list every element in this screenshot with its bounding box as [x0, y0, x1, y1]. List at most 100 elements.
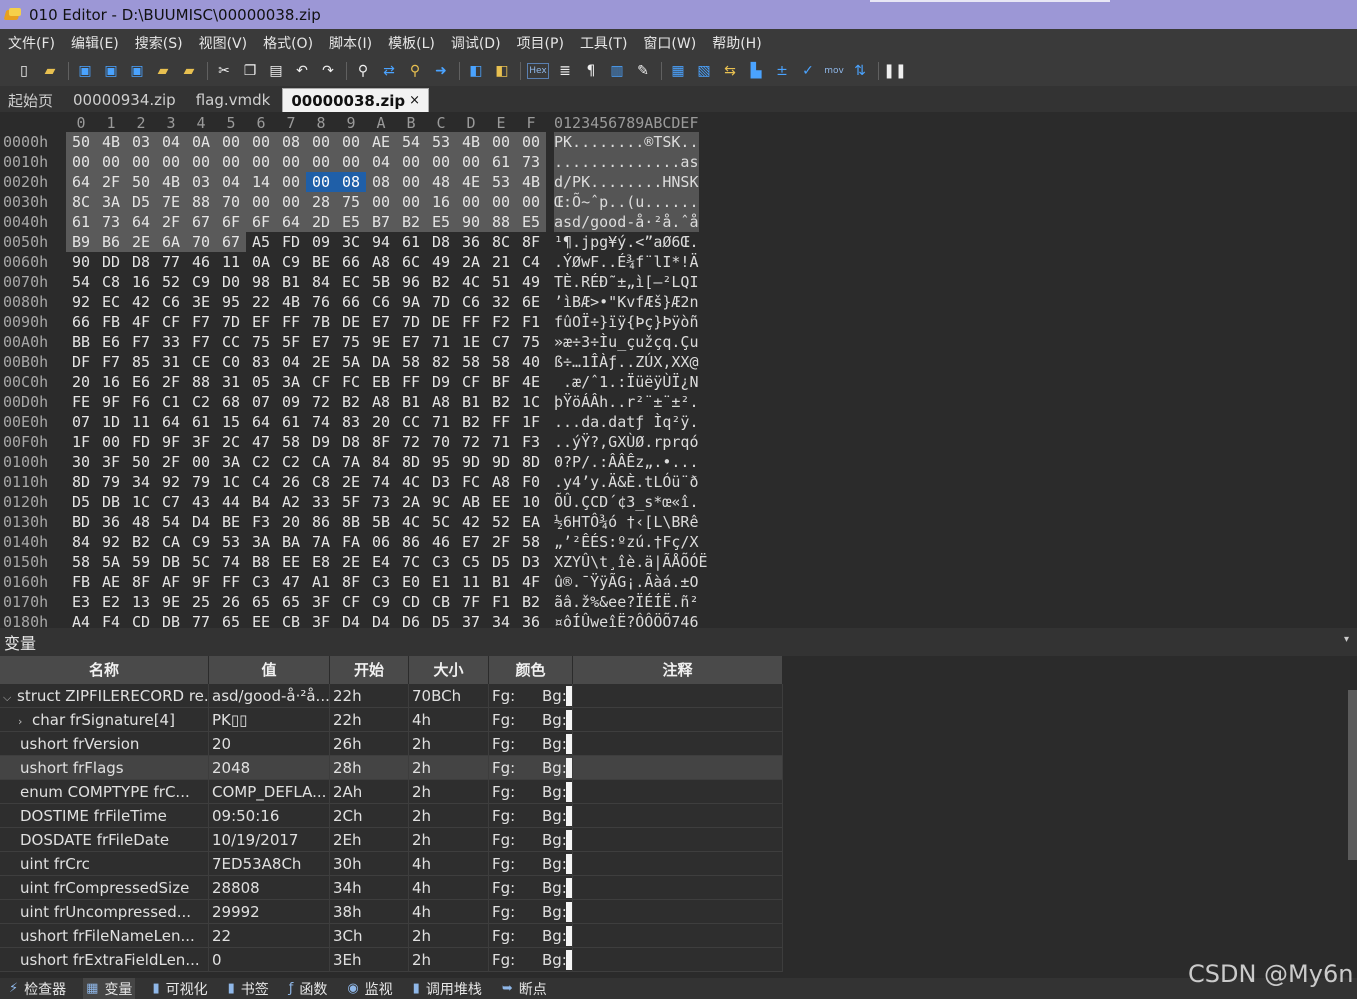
hex-byte[interactable]: CC — [216, 332, 246, 352]
hex-byte[interactable]: B4 — [246, 492, 276, 512]
hex-byte[interactable]: 77 — [156, 252, 186, 272]
hex-byte[interactable]: B1 — [396, 392, 426, 412]
table-row[interactable]: uint frCompressedSize 28808 34h 4h Fg: Bg: — [0, 876, 783, 900]
pen-icon[interactable]: ✎ — [633, 61, 653, 81]
hex-byte[interactable]: 00 — [126, 152, 156, 172]
hex-byte[interactable]: 52 — [156, 272, 186, 292]
hex-byte[interactable]: 54 — [66, 272, 96, 292]
hex-byte[interactable]: 84 — [366, 452, 396, 472]
hex-byte[interactable]: 9E — [366, 332, 396, 352]
hex-byte[interactable]: CF — [336, 592, 366, 612]
hex-byte[interactable]: 7F — [456, 592, 486, 612]
hex-byte[interactable]: 00 — [306, 132, 336, 152]
hex-byte[interactable]: 8C — [486, 232, 516, 252]
hex-byte[interactable]: C4 — [246, 472, 276, 492]
hex-byte[interactable]: 90 — [456, 212, 486, 232]
hex-byte[interactable]: 1C — [126, 492, 156, 512]
hex-byte[interactable]: B1 — [456, 392, 486, 412]
hex-byte[interactable]: 84 — [66, 532, 96, 552]
redo-icon[interactable]: ↷ — [318, 61, 338, 81]
hex-byte[interactable]: 50 — [66, 132, 96, 152]
hex-byte[interactable]: FE — [66, 392, 96, 412]
hex-byte[interactable]: CE — [186, 352, 216, 372]
hex-byte[interactable]: 9F — [186, 572, 216, 592]
hex-byte[interactable]: D6 — [396, 612, 426, 628]
hex-byte[interactable]: 8F — [336, 572, 366, 592]
hex-byte[interactable]: 61 — [66, 212, 96, 232]
hex-byte[interactable]: 46 — [426, 532, 456, 552]
hex-byte[interactable]: D9 — [306, 432, 336, 452]
hex-byte[interactable]: 2F — [156, 212, 186, 232]
hex-byte[interactable]: 20 — [276, 512, 306, 532]
hex-byte[interactable]: 00 — [306, 152, 336, 172]
hex-byte[interactable]: 00 — [246, 192, 276, 212]
ascii-text[interactable]: fûOÏ÷}ïÿ{Þç}Þÿòñ — [554, 312, 699, 332]
hex-byte[interactable]: 07 — [246, 392, 276, 412]
template-icon[interactable]: ▧ — [694, 61, 714, 81]
hex-byte[interactable]: 09 — [306, 232, 336, 252]
bottom-tab[interactable]: ƒ 函数 — [286, 978, 331, 999]
bottom-tab[interactable]: ⚡ 检查器 — [6, 978, 69, 999]
ascii-text[interactable]: þŸöÁÂh..r²¨±¨±². — [554, 392, 699, 412]
check-icon[interactable]: ✓ — [798, 61, 818, 81]
hex-byte[interactable]: 6A — [156, 232, 186, 252]
hex-byte[interactable]: C8 — [306, 472, 336, 492]
hex-byte[interactable]: 61 — [186, 412, 216, 432]
columns-icon[interactable]: ▥ — [607, 61, 627, 81]
ascii-text[interactable]: ÕÛ.ÇCD´¢3_s*œ«î. — [554, 492, 699, 512]
hex-byte[interactable]: C9 — [276, 252, 306, 272]
hex-byte[interactable]: E1 — [426, 572, 456, 592]
hex-byte[interactable]: 9E — [156, 592, 186, 612]
hex-byte[interactable]: 70 — [216, 192, 246, 212]
hex-byte[interactable]: F3 — [516, 432, 546, 452]
bg-color-swatch[interactable] — [566, 782, 572, 802]
hex-byte[interactable]: 9F — [96, 392, 126, 412]
hex-byte[interactable]: 4B — [96, 132, 126, 152]
hex-byte[interactable]: 6F — [246, 212, 276, 232]
hex-byte[interactable]: 61 — [396, 232, 426, 252]
calculator-icon[interactable]: ▦ — [668, 61, 688, 81]
hex-byte[interactable]: FC — [336, 372, 366, 392]
hex-byte[interactable]: E8 — [306, 552, 336, 572]
hex-byte[interactable]: 46 — [186, 252, 216, 272]
hex-byte[interactable]: C5 — [456, 552, 486, 572]
hex-byte[interactable]: D0 — [216, 272, 246, 292]
ascii-text[interactable]: »æ÷3÷Ìu_çužçq.Çu — [554, 332, 699, 352]
hex-byte[interactable]: 5A — [336, 352, 366, 372]
hex-byte[interactable]: 3A — [246, 532, 276, 552]
hex-byte[interactable]: F7 — [186, 332, 216, 352]
column-header[interactable]: 大小 — [409, 656, 489, 684]
ascii-text[interactable]: ¤ôÍÛweîË?ÔÔÖÕ746 — [554, 612, 699, 628]
hex-byte[interactable]: 3C — [336, 232, 366, 252]
hex-byte[interactable]: C8 — [96, 272, 126, 292]
hex-byte[interactable]: 25 — [186, 592, 216, 612]
bg-color-swatch[interactable] — [566, 686, 572, 706]
ascii-text[interactable]: „’²ÊÉS:ºzú.†Fç/X — [554, 532, 699, 552]
hex-byte[interactable]: FA — [336, 532, 366, 552]
hex-byte[interactable]: 05 — [246, 372, 276, 392]
hex-byte[interactable]: E5 — [516, 212, 546, 232]
open-folder-icon[interactable]: ▰ — [40, 61, 60, 81]
hex-byte[interactable]: 00 — [336, 132, 366, 152]
hex-byte[interactable]: D5 — [486, 552, 516, 572]
ascii-text[interactable]: d/PK........HNSK — [554, 172, 699, 192]
hex-byte[interactable]: 8D — [66, 472, 96, 492]
ascii-text[interactable]: ...da.datƒ Ìq²ÿ. — [554, 412, 699, 432]
hex-byte[interactable]: 2A — [456, 252, 486, 272]
histogram-icon[interactable]: ◧ — [492, 61, 512, 81]
hex-byte[interactable]: F6 — [126, 392, 156, 412]
hex-byte[interactable]: F0 — [516, 472, 546, 492]
hex-byte[interactable]: 00 — [396, 172, 426, 192]
hex-byte[interactable]: CF — [456, 372, 486, 392]
open-folder-icon[interactable]: ▰ — [153, 61, 173, 81]
hex-byte[interactable]: 6E — [516, 292, 546, 312]
hex-byte[interactable]: EE — [276, 552, 306, 572]
hex-byte[interactable]: 66 — [66, 312, 96, 332]
save-all-icon[interactable]: ▣ — [127, 61, 147, 81]
paste-icon[interactable]: ▤ — [266, 61, 286, 81]
table-row[interactable]: DOSTIME frFileTime 09:50:16 2Ch 2h Fg: Bg: — [0, 804, 783, 828]
hex-byte[interactable]: 7B — [306, 312, 336, 332]
ascii-text[interactable]: ½6HTÔ¾ó †‹[L\BRê — [554, 512, 699, 532]
hex-byte[interactable]: CD — [396, 592, 426, 612]
hex-byte[interactable]: 58 — [396, 352, 426, 372]
